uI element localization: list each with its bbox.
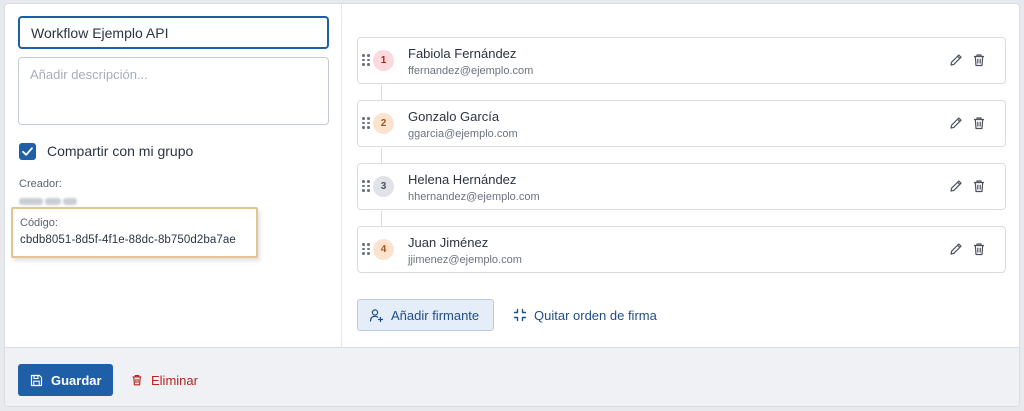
signer-row[interactable]: 1 Fabiola Fernández ffernandez@ejemplo.c… (357, 37, 1006, 84)
signer-row[interactable]: 2 Gonzalo García ggarcia@ejemplo.com (357, 100, 1006, 147)
signer-order-badge: 2 (373, 113, 394, 134)
trash-icon (132, 375, 142, 386)
code-highlight-box: Código: cbdb8051-8d5f-4f1e-88dc-8b750d2b… (11, 207, 258, 258)
workflow-details-panel: Compartir con mi grupo Creador: Código: … (5, 4, 342, 347)
pencil-icon[interactable] (948, 178, 964, 194)
remove-signing-order-label: Quitar orden de firma (534, 307, 657, 323)
footer-action-bar: Guardar Eliminar (5, 347, 1019, 406)
pencil-icon[interactable] (948, 241, 964, 257)
creator-value-redacted (19, 196, 83, 206)
workflow-description-input[interactable] (18, 57, 329, 125)
workflow-name-input[interactable] (18, 16, 329, 49)
check-icon (22, 146, 33, 156)
creator-label: Creador: (19, 178, 62, 190)
signer-email: hhernandez@ejemplo.com (408, 191, 540, 203)
remove-signing-order-button[interactable]: Quitar orden de firma (513, 304, 657, 326)
signer-connector (381, 211, 382, 226)
signer-row[interactable]: 4 Juan Jiménez jjimenez@ejemplo.com (357, 226, 1006, 273)
signer-email: ffernandez@ejemplo.com (408, 65, 534, 77)
code-label: Código: (20, 217, 58, 229)
signer-name: Fabiola Fernández (408, 46, 517, 61)
pencil-icon[interactable] (948, 52, 964, 68)
trash-icon[interactable] (971, 241, 987, 257)
delete-label: Eliminar (151, 372, 198, 388)
share-checkbox[interactable] (19, 142, 36, 160)
save-button[interactable]: Guardar (18, 364, 113, 396)
signer-order-badge: 1 (373, 50, 394, 71)
drag-handle-icon[interactable] (362, 54, 370, 66)
signer-name: Juan Jiménez (408, 235, 489, 250)
drag-handle-icon[interactable] (362, 180, 370, 192)
floppy-disk-icon (30, 374, 43, 386)
signers-panel: 1 Fabiola Fernández ffernandez@ejemplo.c… (343, 4, 1019, 347)
trash-icon[interactable] (971, 52, 987, 68)
signer-name: Gonzalo García (408, 109, 500, 124)
share-with-group-toggle[interactable]: Compartir con mi grupo (19, 141, 193, 161)
pencil-icon[interactable] (948, 115, 964, 131)
signer-order-badge: 4 (373, 239, 394, 260)
signer-connector (381, 85, 382, 100)
signer-name: Helena Hernández (408, 172, 517, 187)
signer-row[interactable]: 3 Helena Hernández hhernandez@ejemplo.co… (357, 163, 1006, 210)
signer-email: ggarcia@ejemplo.com (408, 128, 518, 140)
share-label: Compartir con mi grupo (47, 143, 194, 159)
signer-order-badge: 3 (373, 176, 394, 197)
drag-handle-icon[interactable] (362, 243, 370, 255)
code-value: cbdb8051-8d5f-4f1e-88dc-8b750d2ba7ae (20, 234, 236, 246)
trash-icon[interactable] (971, 115, 987, 131)
workflow-editor-card: Compartir con mi grupo Creador: Código: … (4, 3, 1020, 407)
save-label: Guardar (51, 372, 102, 388)
drag-handle-icon[interactable] (362, 117, 370, 129)
add-signer-button[interactable]: Añadir firmante (357, 299, 494, 331)
signer-email: jjimenez@ejemplo.com (408, 254, 522, 266)
signer-connector (381, 148, 382, 163)
delete-workflow-button[interactable]: Eliminar (130, 370, 198, 390)
trash-icon[interactable] (971, 178, 987, 194)
collapse-icon (513, 308, 527, 322)
person-plus-icon (369, 308, 384, 322)
add-signer-label: Añadir firmante (391, 307, 480, 323)
